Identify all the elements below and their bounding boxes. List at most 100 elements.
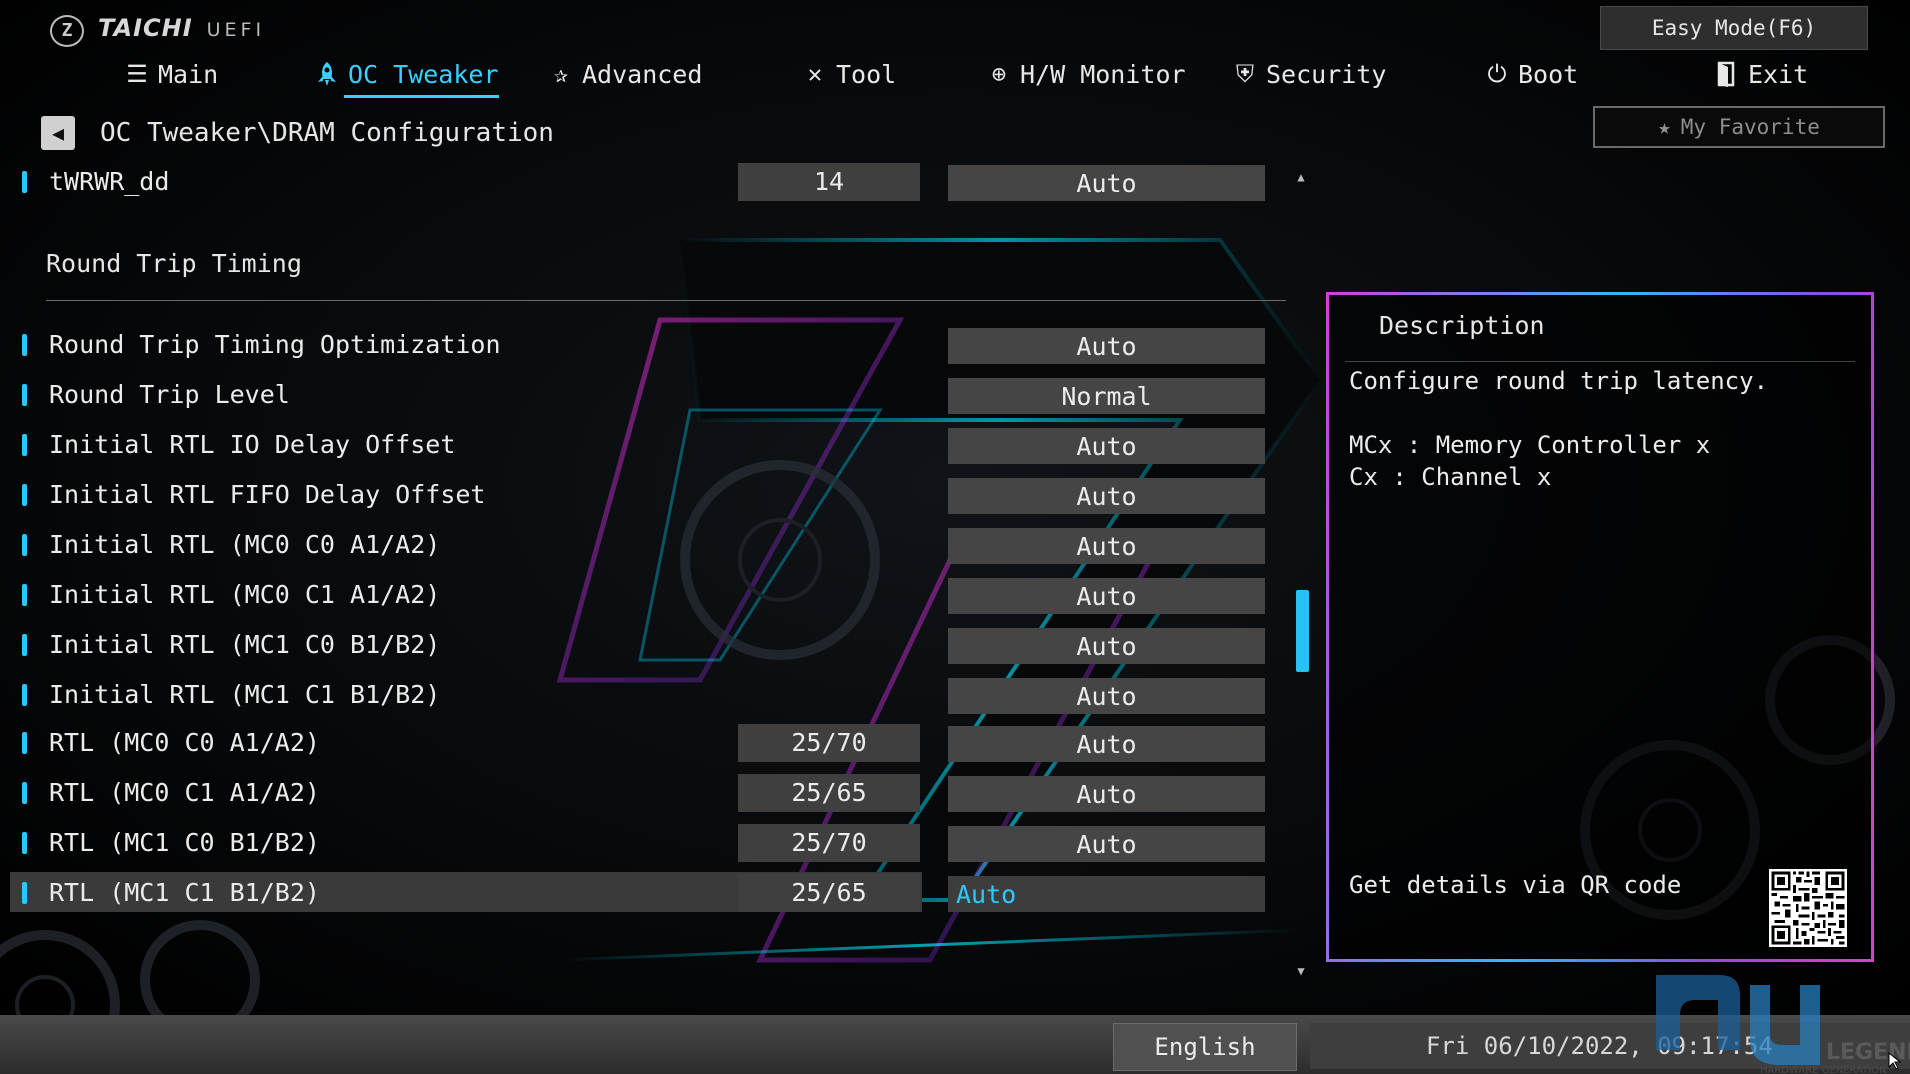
tab-hw-monitor[interactable]: ⊕ H/W Monitor	[986, 52, 1186, 96]
description-line: MCx : Memory Controller x	[1349, 431, 1711, 459]
tab-boot[interactable]: ⏻ Boot	[1484, 52, 1579, 96]
tab-label: H/W Monitor	[1020, 59, 1186, 89]
back-arrow-icon: ◀	[51, 121, 65, 145]
watermark-sub: HARDWARE GENERATION	[1760, 1065, 1887, 1074]
breadcrumb: OC Tweaker\DRAM Configuration	[100, 118, 554, 148]
tools-icon: ✕	[807, 60, 823, 88]
description-divider	[1345, 361, 1855, 362]
setting-value-field[interactable]: Auto	[948, 628, 1265, 664]
setting-label: Round Trip Level	[49, 380, 290, 409]
setting-row[interactable]: Initial RTL FIFO Delay Offset Auto	[20, 476, 1285, 514]
star-icon: ★	[1658, 115, 1671, 139]
crosshair-icon: ⊕	[991, 60, 1007, 88]
setting-row-twrwr-dd[interactable]: tWRWR_dd 14 Auto	[20, 163, 1285, 201]
rocket-icon	[314, 61, 340, 87]
setting-value-field[interactable]: Auto	[948, 876, 1265, 912]
row-marker	[22, 171, 27, 193]
setting-current-value: 25/70	[738, 824, 920, 862]
section-divider	[46, 300, 1286, 301]
description-panel: Description Configure round trip latency…	[1326, 292, 1874, 962]
setting-row[interactable]: Round Trip Timing Optimization Auto	[20, 326, 1285, 364]
row-marker	[22, 334, 27, 356]
setting-label: Initial RTL (MC0 C0 A1/A2)	[49, 530, 441, 559]
row-marker	[22, 684, 27, 706]
watermark-logo: LEGEND HARDWARE GENERATION	[1656, 975, 1910, 1074]
setting-value-field[interactable]: Auto	[948, 328, 1265, 364]
tab-label: Advanced	[582, 59, 703, 89]
qr-code-icon	[1769, 869, 1847, 947]
scroll-up-arrow-icon[interactable]: ▲	[1294, 170, 1308, 184]
taichi-logo-icon: Z	[50, 14, 84, 47]
setting-row[interactable]: Initial RTL (MC0 C0 A1/A2) Auto	[20, 526, 1285, 564]
setting-value-field[interactable]: Auto	[948, 578, 1265, 614]
shield-icon: ⛨	[1236, 60, 1254, 88]
setting-value-field[interactable]: Auto	[948, 678, 1265, 714]
exit-icon	[1714, 61, 1740, 87]
setting-label: Initial RTL (MC1 C1 B1/B2)	[49, 680, 441, 709]
qr-hint: Get details via QR code	[1349, 871, 1682, 899]
tab-advanced[interactable]: ✰ Advanced	[548, 52, 703, 96]
tab-exit[interactable]: Exit	[1714, 52, 1808, 96]
row-marker	[22, 584, 27, 606]
tab-label: Security	[1266, 59, 1387, 89]
setting-row[interactable]: RTL (MC1 C0 B1/B2) 25/70 Auto	[20, 824, 1285, 862]
setting-value-field[interactable]: Normal	[948, 378, 1265, 414]
tab-oc-tweaker[interactable]: OC Tweaker	[314, 52, 499, 98]
list-icon: ☰	[126, 60, 148, 88]
star-icon: ✰	[553, 60, 569, 88]
setting-row[interactable]: Initial RTL (MC0 C1 A1/A2) Auto	[20, 576, 1285, 614]
active-tab-underline	[344, 95, 499, 98]
setting-value-field[interactable]: Auto	[948, 776, 1265, 812]
tab-label: Tool	[836, 59, 897, 89]
setting-label: Initial RTL FIFO Delay Offset	[49, 480, 486, 509]
setting-row[interactable]: Initial RTL IO Delay Offset Auto	[20, 426, 1285, 464]
row-marker	[22, 634, 27, 656]
description-body: Configure round trip latency. ​ MCx : Me…	[1349, 365, 1849, 493]
scroll-down-arrow-icon[interactable]: ▼	[1294, 964, 1308, 978]
setting-row[interactable]: Initial RTL (MC1 C0 B1/B2) Auto	[20, 626, 1285, 664]
mouse-cursor-icon	[1888, 1052, 1902, 1070]
row-marker	[22, 882, 27, 904]
setting-row-selected[interactable]: RTL (MC1 C1 B1/B2) 25/65 Auto	[10, 872, 1285, 912]
setting-value-field[interactable]: Auto	[948, 826, 1265, 862]
brand-name: TAICHI	[98, 14, 193, 42]
row-marker	[22, 384, 27, 406]
setting-row[interactable]: Initial RTL (MC1 C1 B1/B2) Auto	[20, 676, 1285, 714]
tab-tool[interactable]: ✕ Tool	[802, 52, 896, 96]
language-button[interactable]: English	[1113, 1023, 1297, 1071]
setting-label: RTL (MC0 C1 A1/A2)	[49, 778, 320, 807]
setting-current-value: 14	[738, 163, 920, 201]
tab-main[interactable]: ☰ Main	[124, 52, 218, 96]
setting-value-field[interactable]: Auto	[948, 528, 1265, 564]
setting-current-value: 25/65	[738, 874, 920, 912]
setting-row[interactable]: Round Trip Level Normal	[20, 376, 1285, 414]
setting-label: Round Trip Timing Optimization	[49, 330, 501, 359]
tab-security[interactable]: ⛨ Security	[1232, 52, 1386, 96]
row-marker	[22, 732, 27, 754]
row-marker	[22, 534, 27, 556]
brand-logo: Z TAICHI UEFI	[50, 14, 265, 47]
setting-value-field[interactable]: Auto	[948, 428, 1265, 464]
setting-row[interactable]: RTL (MC0 C0 A1/A2) 25/70 Auto	[20, 724, 1285, 762]
row-marker	[22, 832, 27, 854]
easy-mode-button[interactable]: Easy Mode(F6)	[1600, 6, 1868, 50]
row-marker	[22, 434, 27, 456]
setting-label: Initial RTL IO Delay Offset	[49, 430, 456, 459]
setting-value-field[interactable]: Auto	[948, 726, 1265, 762]
my-favorite-button[interactable]: ★ My Favorite	[1593, 106, 1885, 148]
tab-label: OC Tweaker	[348, 59, 499, 89]
description-line: ​	[1349, 397, 1849, 429]
tab-label: Main	[158, 59, 219, 89]
description-title: Description	[1379, 311, 1545, 340]
back-button[interactable]: ◀	[41, 116, 75, 150]
scrollbar-thumb[interactable]	[1296, 590, 1309, 672]
setting-label: RTL (MC0 C0 A1/A2)	[49, 728, 320, 757]
setting-label: tWRWR_dd	[49, 167, 170, 196]
brand-sub: UEFI	[206, 19, 266, 41]
setting-value-field[interactable]: Auto	[948, 478, 1265, 514]
section-title: Round Trip Timing	[46, 249, 302, 278]
setting-row[interactable]: RTL (MC0 C1 A1/A2) 25/65 Auto	[20, 774, 1285, 812]
my-favorite-label: My Favorite	[1680, 115, 1820, 139]
setting-value-field[interactable]: Auto	[948, 165, 1265, 201]
row-marker	[22, 782, 27, 804]
